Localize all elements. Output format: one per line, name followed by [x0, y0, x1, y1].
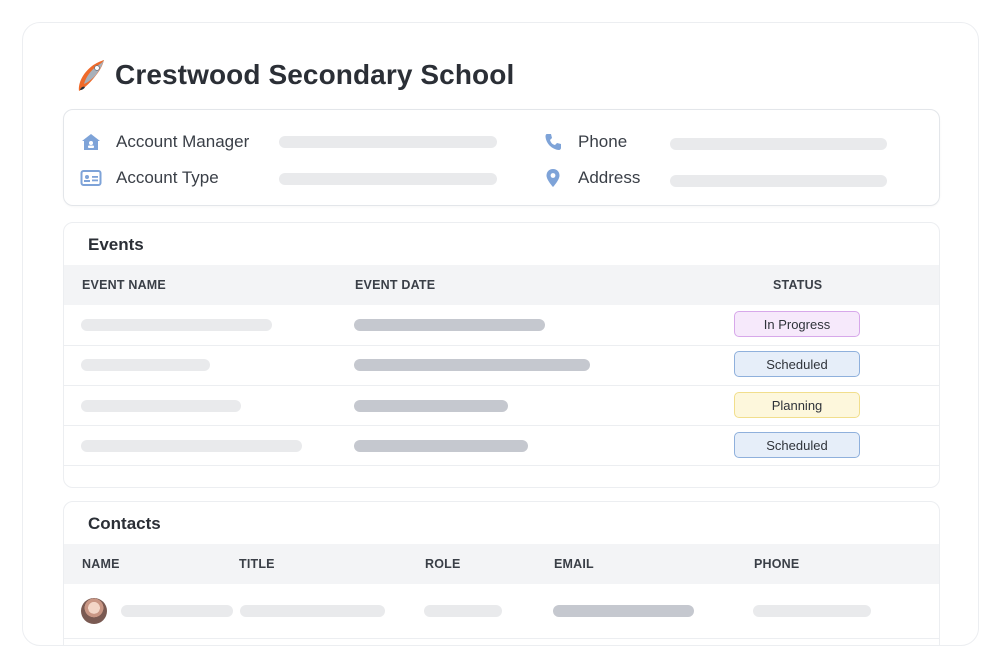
contact-title-value — [240, 605, 385, 617]
table-row[interactable]: Scheduled — [64, 345, 939, 386]
account-manager-row: Account Manager — [80, 130, 249, 154]
status-badge: Scheduled — [734, 351, 860, 377]
rocket-logo-icon — [78, 60, 104, 91]
col-event-name[interactable]: EVENT NAME — [82, 278, 166, 292]
col-status[interactable]: STATUS — [773, 278, 822, 292]
address-row: Address — [542, 166, 640, 190]
status-badge: Scheduled — [734, 432, 860, 458]
address-label: Address — [578, 168, 641, 187]
col-email[interactable]: EMAIL — [554, 557, 594, 571]
page-title: Crestwood Secondary School — [115, 59, 515, 90]
account-manager-value — [279, 136, 497, 148]
contact-name-value — [121, 605, 233, 617]
table-row[interactable]: Scheduled — [64, 425, 939, 466]
account-card: Crestwood Secondary School Account Manag… — [22, 22, 979, 646]
address-value — [670, 175, 887, 187]
event-name-value — [81, 440, 302, 452]
table-row[interactable]: Planning — [64, 385, 939, 426]
phone-value — [670, 138, 887, 150]
status-badge: In Progress — [734, 311, 860, 337]
phone-row: Phone — [542, 130, 627, 154]
table-row[interactable] — [64, 584, 939, 639]
event-date-value — [354, 319, 545, 331]
table-row[interactable]: In Progress — [64, 305, 939, 346]
col-phone[interactable]: PHONE — [754, 557, 799, 571]
account-manager-label: Account Manager — [116, 132, 250, 151]
contact-email-value — [553, 605, 694, 617]
event-date-value — [354, 440, 528, 452]
event-name-value — [81, 319, 272, 331]
col-event-date[interactable]: EVENT DATE — [355, 278, 435, 292]
id-card-icon — [80, 167, 102, 189]
account-type-value — [279, 173, 497, 185]
events-section: Events EVENT NAME EVENT DATE STATUS In P… — [63, 222, 940, 488]
col-title[interactable]: TITLE — [239, 557, 275, 571]
status-badge: Planning — [734, 392, 860, 418]
col-role[interactable]: ROLE — [425, 557, 461, 571]
phone-label: Phone — [578, 132, 628, 151]
event-name-value — [81, 400, 241, 412]
contact-phone-value — [753, 605, 871, 617]
event-name-value — [81, 359, 210, 371]
contacts-table-header: NAME TITLE ROLE EMAIL PHONE — [64, 544, 939, 584]
location-pin-icon — [542, 167, 564, 189]
event-date-value — [354, 400, 508, 412]
col-name[interactable]: NAME — [82, 557, 120, 571]
home-icon — [80, 131, 102, 153]
account-type-label: Account Type — [116, 168, 219, 187]
events-title: Events — [88, 235, 144, 254]
avatar — [81, 598, 107, 624]
title-row: Crestwood Secondary School — [75, 57, 514, 93]
phone-icon — [542, 131, 564, 153]
events-table-header: EVENT NAME EVENT DATE STATUS — [64, 265, 939, 305]
contact-role-value — [424, 605, 502, 617]
contacts-section: Contacts NAME TITLE ROLE EMAIL PHONE — [63, 501, 940, 645]
event-date-value — [354, 359, 590, 371]
account-info-panel: Account Manager Account Type Phone Addre… — [63, 109, 940, 206]
contacts-title: Contacts — [88, 514, 161, 533]
account-type-row: Account Type — [80, 166, 219, 190]
